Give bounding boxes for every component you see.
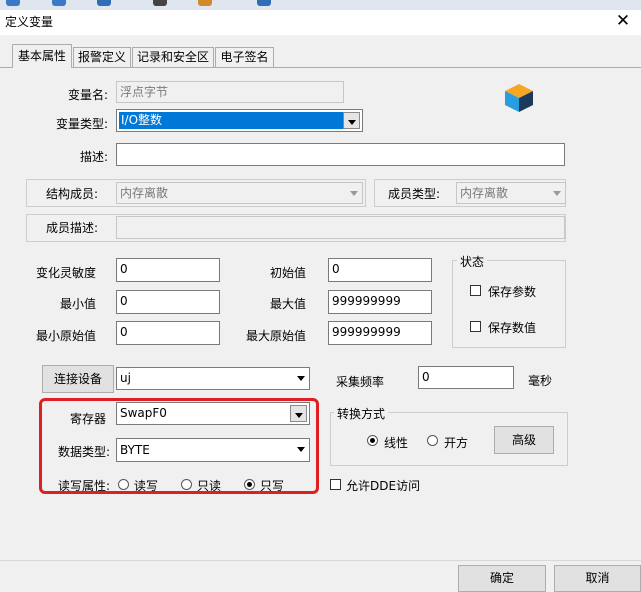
var-name-field: 浮点字节 bbox=[116, 81, 344, 103]
var-name-label: 变量名: bbox=[67, 88, 108, 102]
max-label: 最大值 bbox=[269, 297, 306, 311]
initial-label: 初始值 bbox=[269, 266, 306, 280]
toolbar-icon bbox=[153, 0, 167, 6]
desc-input[interactable] bbox=[116, 143, 565, 166]
convert-sqrt-radio[interactable] bbox=[427, 435, 438, 446]
member-type-value: 内存离散 bbox=[460, 186, 509, 200]
connect-device-button[interactable]: 连接设备 bbox=[42, 365, 114, 393]
convert-linear-label: 线性 bbox=[384, 436, 409, 450]
member-desc-field bbox=[116, 216, 565, 239]
device-value: uj bbox=[120, 371, 131, 385]
tab-esignature[interactable]: 电子签名 bbox=[215, 47, 274, 67]
dialog-title: 定义变量 bbox=[5, 15, 54, 29]
struct-member-value: 内存离散 bbox=[120, 186, 169, 200]
tab-record-security[interactable]: 记录和安全区 bbox=[132, 47, 214, 67]
toolbar-icon bbox=[198, 0, 212, 6]
max-raw-label: 最大原始值 bbox=[245, 329, 306, 343]
initial-input[interactable]: 0 bbox=[328, 258, 432, 282]
freq-input[interactable]: 0 bbox=[418, 366, 514, 389]
close-icon[interactable]: ✕ bbox=[612, 10, 634, 32]
toolbar-icon bbox=[6, 0, 20, 6]
save-params-checkbox[interactable] bbox=[470, 285, 481, 296]
tab-basic[interactable]: 基本属性 bbox=[12, 44, 72, 68]
var-type-select[interactable]: I/O整数 bbox=[116, 109, 363, 132]
device-select[interactable]: uj bbox=[116, 367, 310, 390]
min-raw-input[interactable]: 0 bbox=[116, 321, 220, 345]
cube-icon bbox=[503, 82, 535, 114]
sensitivity-input[interactable]: 0 bbox=[116, 258, 220, 282]
annotation-highlight bbox=[39, 398, 319, 494]
freq-label: 采集频率 bbox=[336, 375, 385, 389]
footer-divider bbox=[0, 560, 641, 561]
toolbar-icon bbox=[52, 0, 66, 6]
tab-alarm[interactable]: 报警定义 bbox=[73, 47, 131, 67]
min-label: 最小值 bbox=[59, 297, 96, 311]
chevron-down-icon bbox=[346, 184, 361, 202]
freq-unit: 毫秒 bbox=[528, 374, 553, 388]
sensitivity-label: 变化灵敏度 bbox=[35, 266, 96, 280]
dde-checkbox[interactable] bbox=[330, 479, 341, 490]
convert-group-title: 转换方式 bbox=[334, 405, 389, 422]
save-params-label: 保存参数 bbox=[488, 285, 537, 299]
member-desc-label: 成员描述: bbox=[45, 221, 98, 235]
min-raw-label: 最小原始值 bbox=[35, 329, 96, 343]
max-input[interactable]: 999999999 bbox=[328, 290, 432, 314]
tab-strip-line bbox=[0, 67, 641, 68]
var-type-label: 变量类型: bbox=[55, 117, 108, 131]
save-values-checkbox[interactable] bbox=[470, 321, 481, 332]
status-group-title: 状态 bbox=[457, 253, 488, 270]
min-input[interactable]: 0 bbox=[116, 290, 220, 314]
save-values-label: 保存数值 bbox=[488, 321, 537, 335]
var-type-value: I/O整数 bbox=[119, 112, 346, 129]
cancel-button[interactable]: 取消 bbox=[554, 565, 641, 592]
dialog-titlebar bbox=[0, 10, 641, 35]
struct-member-label: 结构成员: bbox=[45, 187, 98, 201]
toolbar-icon bbox=[97, 0, 111, 6]
convert-linear-radio[interactable] bbox=[367, 435, 378, 446]
advanced-button[interactable]: 高级 bbox=[494, 426, 554, 454]
ok-button[interactable]: 确定 bbox=[458, 565, 546, 592]
desc-label: 描述: bbox=[79, 150, 108, 164]
convert-sqrt-label: 开方 bbox=[444, 436, 469, 450]
chevron-down-icon[interactable] bbox=[293, 369, 308, 388]
chevron-down-icon[interactable] bbox=[343, 112, 360, 129]
max-raw-input[interactable]: 999999999 bbox=[328, 321, 432, 345]
parent-toolbar-strip bbox=[0, 0, 641, 10]
toolbar-icon bbox=[257, 0, 271, 6]
member-type-label: 成员类型: bbox=[387, 187, 440, 201]
chevron-down-icon bbox=[549, 184, 564, 202]
dde-label: 允许DDE访问 bbox=[346, 479, 421, 493]
struct-member-select: 内存离散 bbox=[116, 182, 363, 204]
member-type-select: 内存离散 bbox=[456, 182, 566, 204]
